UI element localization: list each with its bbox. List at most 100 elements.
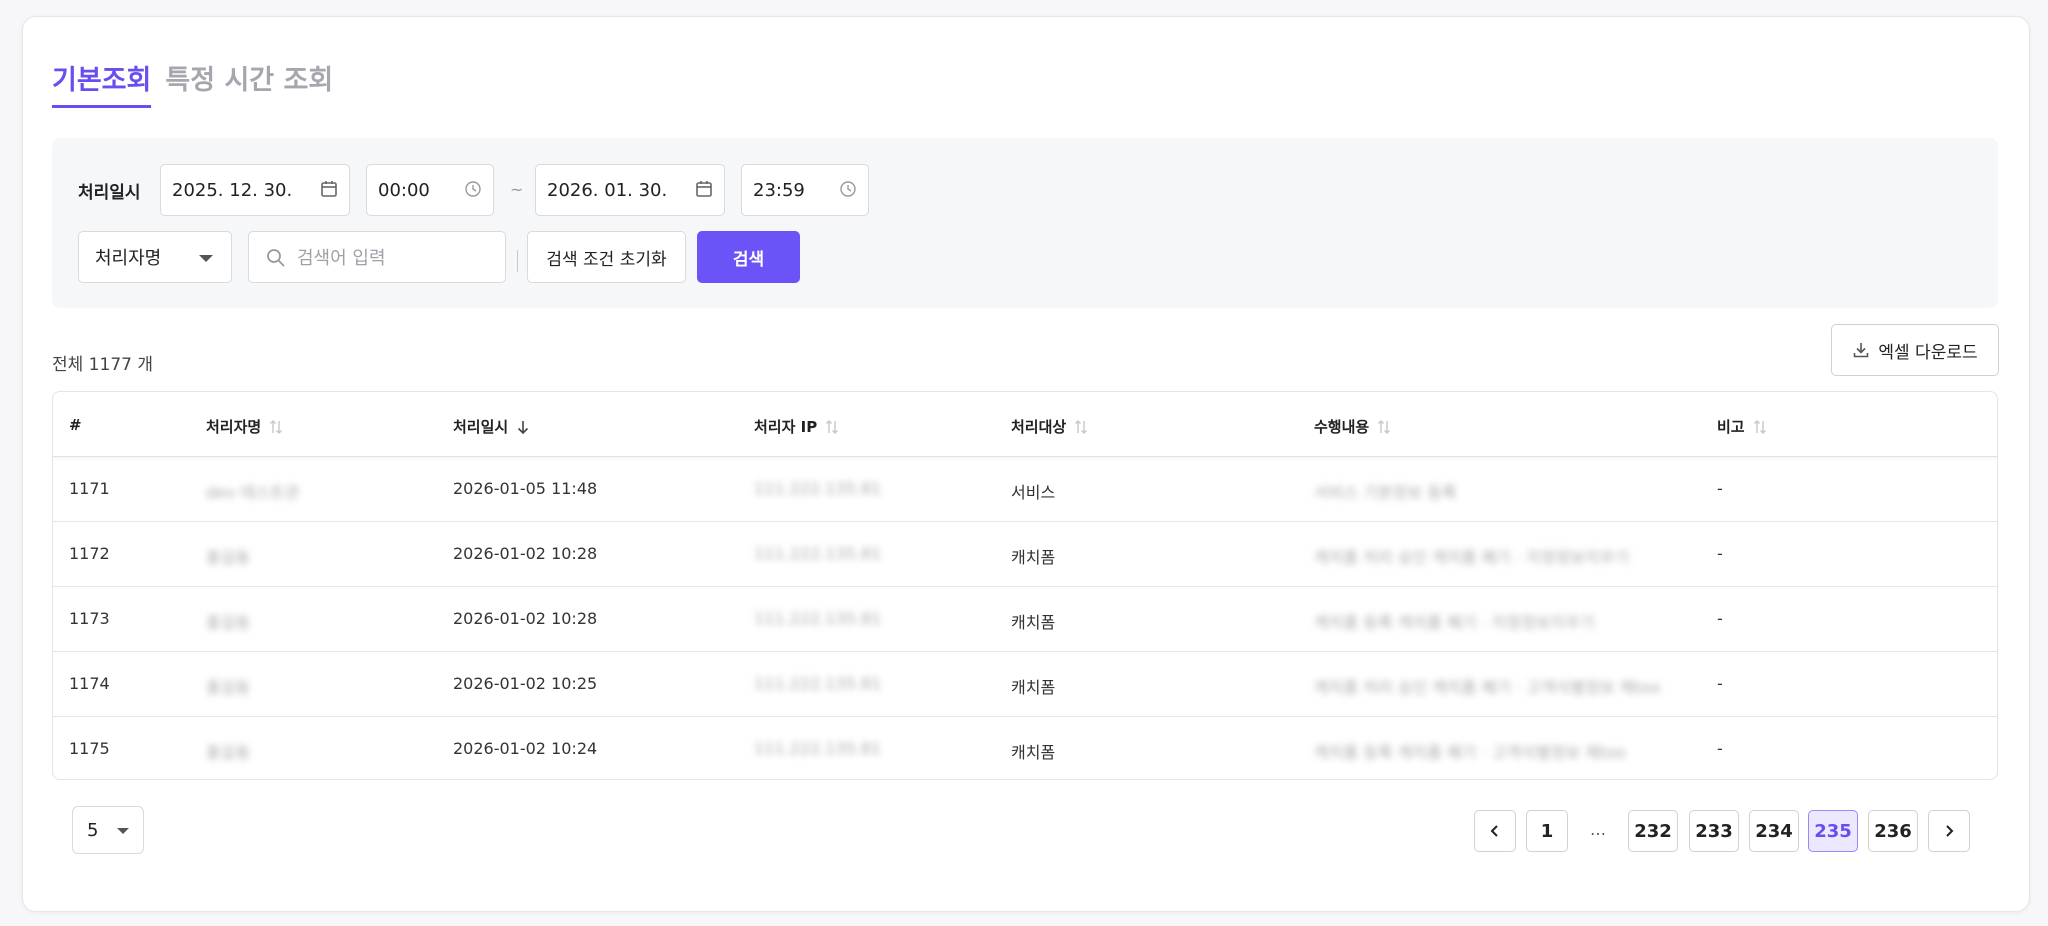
page-button-1[interactable]: 1 [1526,810,1568,852]
log-table: # 처리자명 처리일시 처리자 IP 처리대상 수행내용 비고 1171 dev… [52,391,1998,780]
sort-desc-icon[interactable] [516,418,530,436]
cell-no: 1174 [69,674,110,693]
start-time-value: 00:00 [378,179,430,201]
cell-target: 캐치폼 [1011,743,1056,762]
cell-no: 1172 [69,544,110,563]
cell-name: 홍길동 [206,613,251,632]
calendar-icon [696,181,712,197]
tab-basic-search[interactable]: 기본조회 [52,56,152,108]
sort-icon[interactable] [269,418,283,436]
page-size-select[interactable]: 5 [72,806,144,854]
page-button-232[interactable]: 232 [1628,810,1678,852]
cell-note: - [1717,544,1723,563]
cell-action: 서비스 기본정보 등록 [1314,483,1457,502]
cell-action: 캐치폼 처리 승인 캐치폼 폐기 · 고객식별정보 제too [1314,678,1661,697]
end-date-input[interactable]: 2026. 01. 30. [535,164,725,216]
excel-download-label: 엑셀 다운로드 [1878,342,1978,363]
cell-time: 2026-01-02 10:28 [453,609,598,628]
table-row: 1172 홍길동 2026-01-02 10:28 111.222.135.81… [53,522,1997,587]
search-placeholder: 검색어 입력 [297,248,386,269]
cell-name: 홍길동 [206,743,251,762]
table-row: 1173 홍길동 2026-01-02 10:28 111.222.135.81… [53,587,1997,652]
cell-name: dev 테스트관 [206,483,300,502]
search-icon [267,249,285,267]
sort-icon[interactable] [825,418,839,436]
end-time-input[interactable]: 23:59 [741,164,869,216]
next-page-button[interactable] [1928,810,1970,852]
cell-target: 캐치폼 [1011,548,1056,567]
column-header-name[interactable]: 처리자명 [206,416,283,437]
page-ellipsis: … [1590,820,1606,839]
filter-panel: 처리일시 2025. 12. 30. 00:00 ~ 2026. 01. 30.… [52,138,1998,308]
column-header-action[interactable]: 수행내용 [1314,416,1391,437]
sort-icon[interactable] [1074,418,1088,436]
column-header-ip[interactable]: 처리자 IP [754,416,839,437]
divider [517,250,518,272]
cell-time: 2026-01-02 10:28 [453,544,598,563]
tab-time-search[interactable]: 특정 시간 조회 [165,56,333,108]
page-button-234[interactable]: 234 [1749,810,1799,852]
clock-icon [840,181,856,197]
end-date-value: 2026. 01. 30. [547,179,668,201]
start-date-value: 2025. 12. 30. [172,179,293,201]
table-header: # 처리자명 처리일시 처리자 IP 처리대상 수행내용 비고 [53,392,1997,457]
cell-note: - [1717,739,1723,758]
cell-time: 2026-01-05 11:48 [453,479,598,498]
cell-note: - [1717,674,1723,693]
caret-down-icon [117,828,129,834]
calendar-icon [321,181,337,197]
column-header-no: # [69,416,82,434]
page-size-value: 5 [87,819,99,841]
cell-name: 홍길동 [206,548,251,567]
cell-ip: 111.222.135.81 [754,479,882,498]
excel-download-button[interactable]: 엑셀 다운로드 [1831,324,1999,376]
column-header-time[interactable]: 처리일시 [453,416,530,437]
cell-ip: 111.222.135.81 [754,739,882,758]
cell-ip: 111.222.135.81 [754,674,882,693]
table-row: 1171 dev 테스트관 2026-01-05 11:48 111.222.1… [53,457,1997,522]
cell-note: - [1717,609,1723,628]
search-field-value: 처리자명 [95,248,162,269]
download-icon [1854,343,1869,358]
search-field-select[interactable]: 처리자명 [78,231,232,283]
cell-ip: 111.222.135.81 [754,609,882,628]
end-time-value: 23:59 [753,179,805,201]
column-header-target[interactable]: 처리대상 [1011,416,1088,437]
cell-no: 1171 [69,479,110,498]
reset-filter-button[interactable]: 검색 조건 초기화 [527,231,686,283]
column-header-note[interactable]: 비고 [1717,416,1767,437]
cell-action: 캐치폼 등록 캐치폼 폐기 · 고객식별정보 제too [1314,743,1626,762]
total-count: 전체 1177 개 [52,355,153,375]
cell-time: 2026-01-02 10:25 [453,674,598,693]
search-button[interactable]: 검색 [697,231,800,283]
cell-action: 캐치폼 등록 캐치폼 폐기 · 지정정보지우기 [1314,613,1595,632]
cell-time: 2026-01-02 10:24 [453,739,598,758]
cell-target: 캐치폼 [1011,678,1056,697]
caret-down-icon [199,255,213,262]
cell-target: 서비스 [1011,483,1056,502]
prev-page-button[interactable] [1474,810,1516,852]
clock-icon [465,181,481,197]
sort-icon[interactable] [1753,418,1767,436]
start-time-input[interactable]: 00:00 [366,164,494,216]
cell-note: - [1717,479,1723,498]
search-input[interactable]: 검색어 입력 [248,231,506,283]
cell-name: 홍길동 [206,678,251,697]
table-row: 1175 홍길동 2026-01-02 10:24 111.222.135.81… [53,717,1997,779]
cell-ip: 111.222.135.81 [754,544,882,563]
cell-no: 1173 [69,609,110,628]
cell-action: 캐치폼 처리 승인 캐치폼 폐기 · 지정정보지우기 [1314,548,1630,567]
page-button-235[interactable]: 235 [1808,810,1858,852]
start-date-input[interactable]: 2025. 12. 30. [160,164,350,216]
date-label: 처리일시 [78,183,141,203]
sort-icon[interactable] [1377,418,1391,436]
tab-bar: 기본조회 특정 시간 조회 [52,56,333,108]
page-button-236[interactable]: 236 [1868,810,1918,852]
table-row: 1174 홍길동 2026-01-02 10:25 111.222.135.81… [53,652,1997,717]
chevron-right-icon [1946,825,1954,837]
page-button-233[interactable]: 233 [1689,810,1739,852]
cell-target: 캐치폼 [1011,613,1056,632]
cell-no: 1175 [69,739,110,758]
date-range-separator: ~ [510,180,524,199]
chevron-left-icon [1490,825,1498,837]
